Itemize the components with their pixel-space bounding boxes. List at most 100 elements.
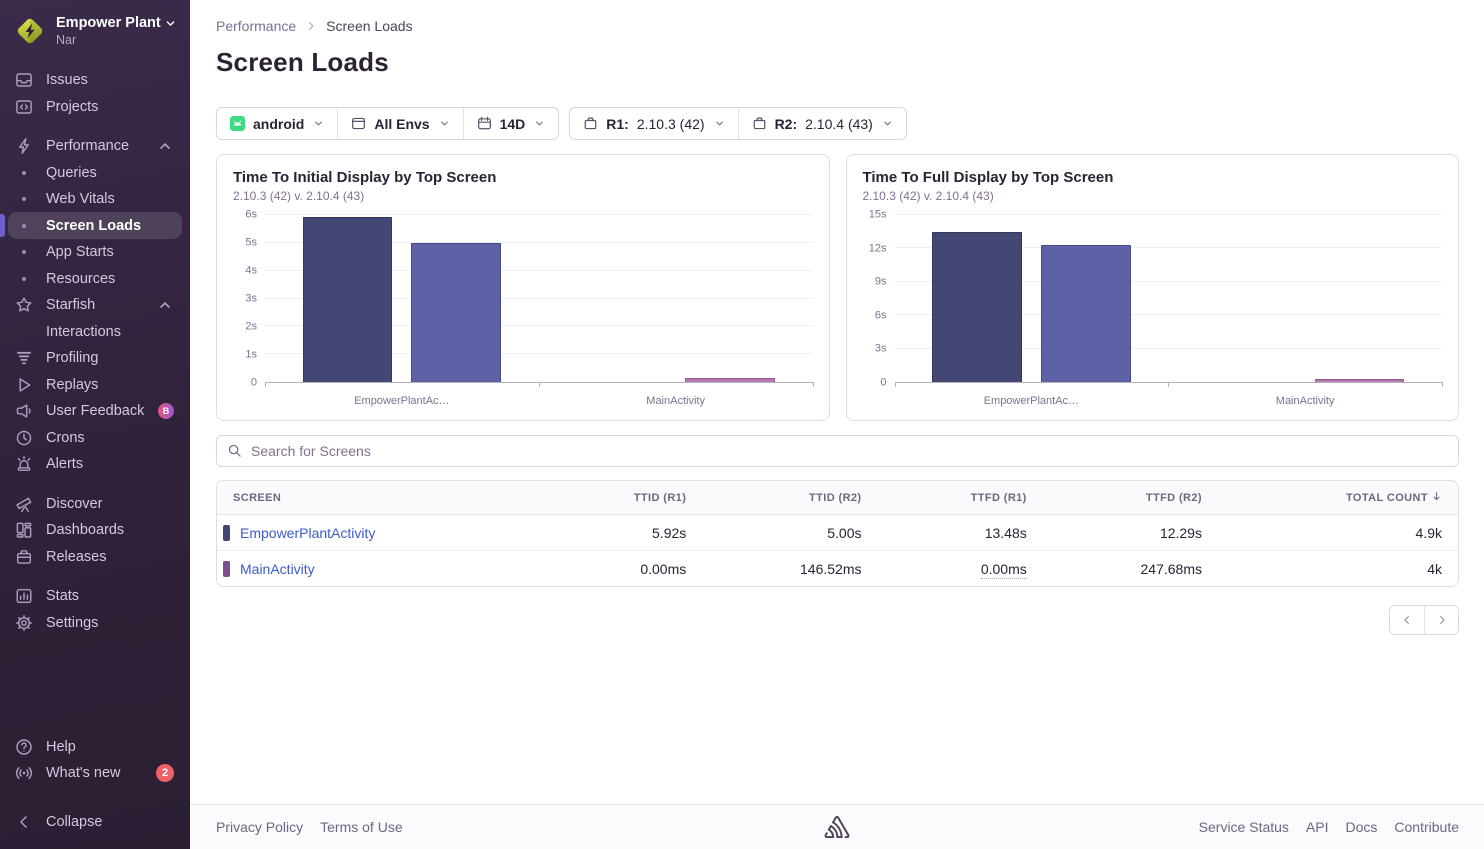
sidebar-item-dashboards[interactable]: Dashboards	[8, 517, 182, 544]
chevron-down-icon	[714, 118, 725, 129]
sidebar-item-web-vitals[interactable]: Web Vitals	[8, 186, 182, 213]
ttfd-chart-subtitle: 2.10.3 (42) v. 2.10.4 (43)	[863, 189, 1445, 203]
cell-value: 5.92s	[652, 525, 686, 541]
x-axis-labels: EmpowerPlantAc…MainActivity	[895, 393, 1443, 407]
sidebar-item-performance[interactable]: Performance	[8, 133, 182, 160]
sidebar-item-label: What's new	[46, 765, 121, 781]
release1-value: 2.10.3 (42)	[637, 116, 705, 132]
sidebar-item-resources[interactable]: Resources	[8, 265, 182, 292]
sidebar-item-issues[interactable]: Issues	[8, 67, 182, 94]
chart-bar-mainactivity-r2-2-10-4-43	[685, 378, 775, 382]
sidebar-nav: IssuesProjects Performance Queries Web Vita…	[0, 59, 190, 734]
cell-ttid-r1: 0.00ms	[544, 551, 702, 587]
footer-service-status-link[interactable]: Service Status	[1199, 819, 1289, 835]
lightning-icon	[15, 137, 33, 155]
column-header-screen[interactable]: SCREEN	[217, 481, 544, 515]
cell-ttfd-r1: 13.48s	[878, 515, 1043, 551]
pagination-next-button[interactable]	[1424, 606, 1458, 634]
sidebar-item-help[interactable]: Help	[8, 734, 182, 761]
cell-ttfd-r1: 0.00ms	[878, 551, 1043, 587]
sidebar-collapse-button[interactable]: Collapse	[8, 809, 182, 836]
footer-api-link[interactable]: API	[1306, 819, 1329, 835]
breadcrumb-performance-link[interactable]: Performance	[216, 18, 296, 34]
sidebar-item-label: Starfish	[46, 297, 95, 313]
sidebar-item-stats[interactable]: Stats	[8, 583, 182, 610]
chart-bar-empowerplantac-r2-2-10-4-43	[411, 243, 501, 382]
release-box-icon	[752, 116, 767, 131]
sidebar-item-label: Screen Loads	[46, 218, 141, 234]
sidebar-item-label: Queries	[46, 165, 97, 181]
sidebar-item-interactions[interactable]: Interactions	[8, 318, 182, 345]
ttid-chart-subtitle: 2.10.3 (42) v. 2.10.4 (43)	[233, 189, 815, 203]
sidebar-item-crons[interactable]: Crons	[8, 424, 182, 451]
sidebar-item-label: Crons	[46, 430, 85, 446]
search-icon	[227, 443, 242, 458]
chart-bar-empowerplantac-r1-2-10-3-42	[932, 232, 1022, 382]
chevron-up-icon	[156, 137, 174, 155]
screen-link-empowerplantactivity[interactable]: EmpowerPlantActivity	[240, 525, 375, 541]
main-area: Performance Screen Loads Screen Loads an…	[190, 0, 1484, 849]
sidebar-item-screen-loads[interactable]: Screen Loads	[8, 212, 182, 239]
sidebar-item-app-starts[interactable]: App Starts	[8, 239, 182, 266]
cell-screen: EmpowerPlantActivity	[217, 515, 544, 551]
table-row-mainactivity: MainActivity0.00ms146.52ms0.00ms247.68ms…	[217, 551, 1458, 587]
search-input[interactable]	[216, 435, 1459, 467]
collapse-label: Collapse	[46, 814, 102, 830]
cell-value: 4.9k	[1416, 525, 1442, 541]
y-tick-label: 0	[880, 378, 886, 389]
stats-icon	[15, 587, 33, 605]
date-range-filter[interactable]: 14D	[463, 108, 559, 139]
sidebar-item-releases[interactable]: Releases	[8, 543, 182, 570]
footer: Privacy Policy Terms of Use Service Statu…	[190, 804, 1484, 849]
footer-docs-link[interactable]: Docs	[1346, 819, 1378, 835]
pagination-prev-button[interactable]	[1390, 606, 1424, 634]
x-tick-mark	[265, 382, 266, 387]
release2-filter[interactable]: R2: 2.10.4 (43)	[738, 108, 906, 139]
page-filter-group: android All Envs 14D	[216, 107, 559, 140]
footer-privacy-policy-link[interactable]: Privacy Policy	[216, 819, 303, 835]
project-filter[interactable]: android	[217, 108, 337, 139]
x-tick-mark	[895, 382, 896, 387]
y-tick-label: 9s	[875, 277, 887, 288]
sidebar-item-alerts[interactable]: Alerts	[8, 451, 182, 478]
sidebar-item-settings[interactable]: Settings	[8, 609, 182, 636]
column-header-total-count[interactable]: TOTAL COUNT	[1218, 481, 1458, 515]
y-tick-label: 3s	[245, 294, 257, 305]
help-icon	[15, 738, 33, 756]
star-icon	[15, 296, 33, 314]
column-header-ttfd-r1[interactable]: TTFD (R1)	[878, 481, 1043, 515]
chart-bar-empowerplantac-r1-2-10-3-42	[303, 217, 393, 382]
sidebar-item-label: Replays	[46, 377, 98, 393]
icon-spacer	[15, 323, 33, 341]
footer-contribute-link[interactable]: Contribute	[1394, 819, 1459, 835]
sidebar-item-what-s-new[interactable]: What's new2	[8, 760, 182, 787]
column-header-ttid-r1[interactable]: TTID (R1)	[544, 481, 702, 515]
screens-table: SCREENTTID (R1)TTID (R2)TTFD (R1)TTFD (R…	[217, 481, 1458, 586]
charts-row: Time To Initial Display by Top Screen 2.…	[216, 154, 1459, 421]
y-tick-label: 5s	[245, 238, 257, 249]
cell-total: 4.9k	[1218, 515, 1458, 551]
column-header-ttid-r2[interactable]: TTID (R2)	[702, 481, 877, 515]
column-header-ttfd-r2[interactable]: TTFD (R2)	[1043, 481, 1218, 515]
sidebar-item-projects[interactable]: Projects	[8, 93, 182, 120]
chevron-down-icon	[439, 118, 450, 129]
org-switcher[interactable]: Empower Plant Nar	[0, 0, 190, 59]
sidebar-item-user-feedback[interactable]: User FeedbackB	[8, 398, 182, 425]
cell-value: 13.48s	[985, 525, 1027, 541]
sidebar-item-queries[interactable]: Queries	[8, 159, 182, 186]
breadcrumb: Performance Screen Loads	[216, 18, 1459, 34]
y-axis-labels: 03s6s9s12s15s	[863, 215, 891, 383]
sidebar-item-discover[interactable]: Discover	[8, 490, 182, 517]
screen-link-mainactivity[interactable]: MainActivity	[240, 561, 315, 577]
sidebar-item-replays[interactable]: Replays	[8, 371, 182, 398]
ttfd-chart: 03s6s9s12s15s EmpowerPlantAc…MainActivit…	[863, 207, 1445, 407]
sidebar-item-starfish[interactable]: Starfish	[8, 292, 182, 319]
ttid-chart-title: Time To Initial Display by Top Screen	[233, 169, 815, 186]
sidebar-item-label: Releases	[46, 549, 106, 565]
release1-filter[interactable]: R1: 2.10.3 (42)	[570, 108, 737, 139]
footer-terms-of-use-link[interactable]: Terms of Use	[320, 819, 402, 835]
release2-prefix: R2:	[775, 116, 798, 132]
chart-bar-empowerplantac-r2-2-10-4-43	[1041, 245, 1131, 382]
sidebar-item-profiling[interactable]: Profiling	[8, 345, 182, 372]
environment-filter[interactable]: All Envs	[337, 108, 462, 139]
